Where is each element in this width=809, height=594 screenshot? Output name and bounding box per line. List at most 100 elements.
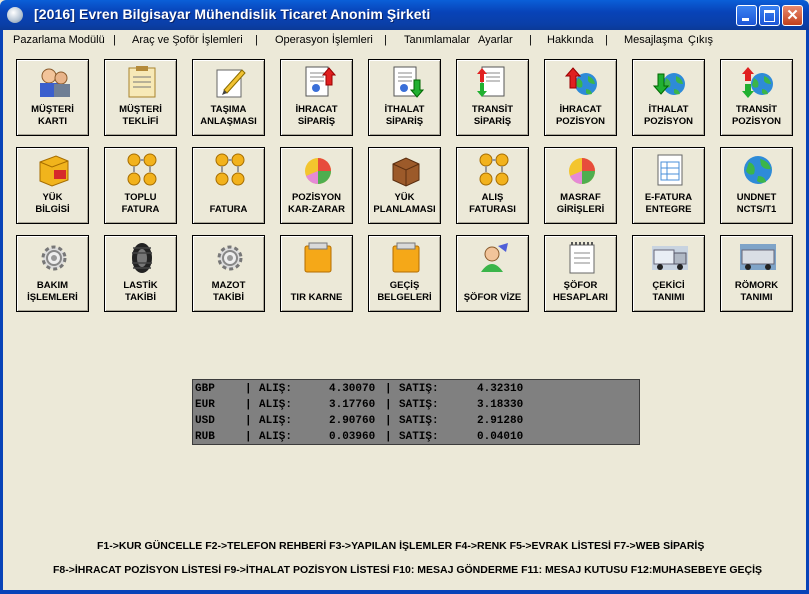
module-button-label: İHRACAT SİPARİŞ bbox=[295, 104, 338, 127]
transport-agreement-icon bbox=[212, 64, 248, 100]
tire-icon bbox=[124, 240, 160, 276]
menu-separator: | bbox=[605, 34, 608, 46]
transit-position-icon bbox=[740, 64, 776, 100]
sell-label: SATIŞ: bbox=[399, 431, 439, 443]
minimize-button[interactable] bbox=[736, 5, 757, 26]
module-button-invoice[interactable]: FATURA bbox=[192, 147, 265, 224]
module-button-expense-entries[interactable]: MASRAF GİRİŞLERİ bbox=[544, 147, 617, 224]
rate-separator: | bbox=[245, 415, 252, 427]
menu-hakkinda[interactable]: Hakkında bbox=[547, 34, 593, 46]
module-button-label: ÇEKİCİ TANIMI bbox=[652, 280, 685, 303]
module-button-driver-accounts[interactable]: ŞÖFOR HESAPLARI bbox=[544, 235, 617, 312]
module-button-label: TOPLU FATURA bbox=[121, 192, 160, 215]
module-button-label: MÜŞTERİ TEKLİFİ bbox=[119, 104, 162, 127]
module-button-label: RÖMORK TANIMI bbox=[734, 280, 779, 303]
module-button-undnet-globe[interactable]: UNDNET NCTS/T1 bbox=[720, 147, 793, 224]
rate-separator: | bbox=[245, 431, 252, 443]
exchange-rates-panel: GBP | ALIŞ: 4.30070 | SATIŞ: 4.32310 EUR… bbox=[192, 379, 640, 445]
module-button-label: UNDNET NCTS/T1 bbox=[736, 192, 777, 215]
module-button-diesel-gear[interactable]: MAZOT TAKİBİ bbox=[192, 235, 265, 312]
menu-ayarlar[interactable]: Ayarlar bbox=[478, 34, 513, 46]
cargo-info-icon bbox=[36, 152, 72, 188]
sell-label: SATIŞ: bbox=[399, 399, 439, 411]
bulk-invoice-icon bbox=[124, 152, 160, 188]
import-order-icon bbox=[388, 64, 425, 100]
module-button-e-invoice[interactable]: E-FATURA ENTEGRE bbox=[632, 147, 705, 224]
menu-pazarlama[interactable]: Pazarlama Modülü bbox=[13, 34, 105, 46]
close-button[interactable]: ✕ bbox=[782, 5, 803, 26]
customer-card-icon bbox=[36, 64, 72, 100]
buy-label: ALIŞ: bbox=[259, 431, 293, 443]
rate-separator: | bbox=[385, 431, 392, 443]
sell-label: SATIŞ: bbox=[399, 415, 439, 427]
purchase-invoice-icon bbox=[476, 152, 512, 188]
menu-operasyon[interactable]: Operasyon İşlemleri bbox=[275, 34, 373, 46]
module-button-transit-docs[interactable]: GEÇİŞ BELGELERİ bbox=[368, 235, 441, 312]
title-bar: [2016] Evren Bilgisayar Mühendislik Tica… bbox=[0, 0, 809, 30]
shortcut-hints-line-1: F1->KUR GÜNCELLE F2->TELEFON REHBERİ F3-… bbox=[97, 540, 705, 552]
menu-separator: | bbox=[255, 34, 258, 46]
module-button-bulk-invoice[interactable]: TOPLU FATURA bbox=[104, 147, 177, 224]
window-title: [2016] Evren Bilgisayar Mühendislik Tica… bbox=[34, 6, 431, 22]
menu-separator: | bbox=[529, 34, 532, 46]
module-button-purchase-invoice[interactable]: ALIŞ FATURASI bbox=[456, 147, 529, 224]
truck-tractor-icon bbox=[652, 240, 688, 276]
maximize-button[interactable] bbox=[759, 5, 780, 26]
menu-cikis[interactable]: Çıkış bbox=[688, 34, 713, 46]
menu-separator: | bbox=[113, 34, 116, 46]
module-button-customer-card[interactable]: MÜŞTERİ KARTI bbox=[16, 59, 89, 136]
export-position-icon bbox=[564, 64, 600, 100]
sell-label: SATIŞ: bbox=[399, 383, 439, 395]
tir-carnet-icon bbox=[300, 240, 336, 276]
buy-rate: 0.03960 bbox=[329, 431, 376, 443]
module-button-label: GEÇİŞ BELGELERİ bbox=[377, 280, 432, 303]
invoice-icon bbox=[212, 152, 248, 188]
shortcut-hints-line-2: F8->İHRACAT POZİSYON LİSTESİ F9->İTHALAT… bbox=[53, 564, 763, 576]
module-button-transit-position[interactable]: TRANSİT POZİSYON bbox=[720, 59, 793, 136]
module-button-tir-carnet[interactable]: TIR KARNE bbox=[280, 235, 353, 312]
buy-rate: 3.17760 bbox=[329, 399, 376, 411]
menu-arac-sofor[interactable]: Araç ve Şoför İşlemleri bbox=[132, 34, 243, 46]
close-icon: ✕ bbox=[786, 7, 799, 24]
module-button-driver-visa[interactable]: ŞÖFOR VİZE bbox=[456, 235, 529, 312]
buy-rate: 2.90760 bbox=[329, 415, 376, 427]
menu-tanimlamalar[interactable]: Tanımlamalar bbox=[404, 34, 470, 46]
module-button-trailer[interactable]: RÖMORK TANIMI bbox=[720, 235, 793, 312]
menu-separator: | bbox=[384, 34, 387, 46]
maintenance-gear-icon bbox=[36, 240, 72, 276]
module-button-customer-offer[interactable]: MÜŞTERİ TEKLİFİ bbox=[104, 59, 177, 136]
sell-rate: 0.04010 bbox=[477, 431, 524, 443]
sell-rate: 3.18330 bbox=[477, 399, 524, 411]
buy-label: ALIŞ: bbox=[259, 415, 293, 427]
module-button-label: ŞÖFOR VİZE bbox=[463, 292, 522, 303]
module-button-maintenance-gear[interactable]: BAKIM İŞLEMLERİ bbox=[16, 235, 89, 312]
module-button-export-order[interactable]: İHRACAT SİPARİŞ bbox=[280, 59, 353, 136]
module-button-label: İHRACAT POZİSYON bbox=[555, 104, 606, 127]
module-button-import-order[interactable]: İTHALAT SİPARİŞ bbox=[368, 59, 441, 136]
currency-code: GBP bbox=[195, 383, 215, 395]
module-button-cargo-planning[interactable]: YÜK PLANLAMASI bbox=[368, 147, 441, 224]
module-button-label: İTHALAT POZİSYON bbox=[643, 104, 694, 127]
buy-rate: 4.30070 bbox=[329, 383, 376, 395]
module-button-transit-order[interactable]: TRANSİT SİPARİŞ bbox=[456, 59, 529, 136]
module-button-label: TRANSİT POZİSYON bbox=[731, 104, 782, 127]
module-button-cargo-info[interactable]: YÜK BİLGİSİ bbox=[16, 147, 89, 224]
module-button-truck-tractor[interactable]: ÇEKİCİ TANIMI bbox=[632, 235, 705, 312]
module-button-import-position[interactable]: İTHALAT POZİSYON bbox=[632, 59, 705, 136]
module-button-export-position[interactable]: İHRACAT POZİSYON bbox=[544, 59, 617, 136]
rate-separator: | bbox=[245, 399, 252, 411]
sell-rate: 4.32310 bbox=[477, 383, 524, 395]
window-border-left bbox=[0, 30, 3, 594]
module-button-tire[interactable]: LASTİK TAKİBİ bbox=[104, 235, 177, 312]
module-button-label: YÜK BİLGİSİ bbox=[35, 192, 70, 215]
module-button-transport-agreement[interactable]: TAŞIMA ANLAŞMASI bbox=[192, 59, 265, 136]
rate-row: EUR | ALIŞ: 3.17760 | SATIŞ: 3.18330 bbox=[195, 397, 523, 413]
transit-docs-icon bbox=[388, 240, 424, 276]
module-button-label: MÜŞTERİ KARTI bbox=[31, 104, 74, 127]
menu-mesajlasma[interactable]: Mesajlaşma bbox=[624, 34, 683, 46]
module-button-label: İTHALAT SİPARİŞ bbox=[384, 104, 425, 127]
transit-order-icon bbox=[476, 64, 512, 100]
module-button-position-profit-loss[interactable]: POZİSYON KAR-ZARAR bbox=[280, 147, 353, 224]
app-icon[interactable] bbox=[7, 7, 23, 23]
undnet-globe-icon bbox=[740, 152, 776, 188]
